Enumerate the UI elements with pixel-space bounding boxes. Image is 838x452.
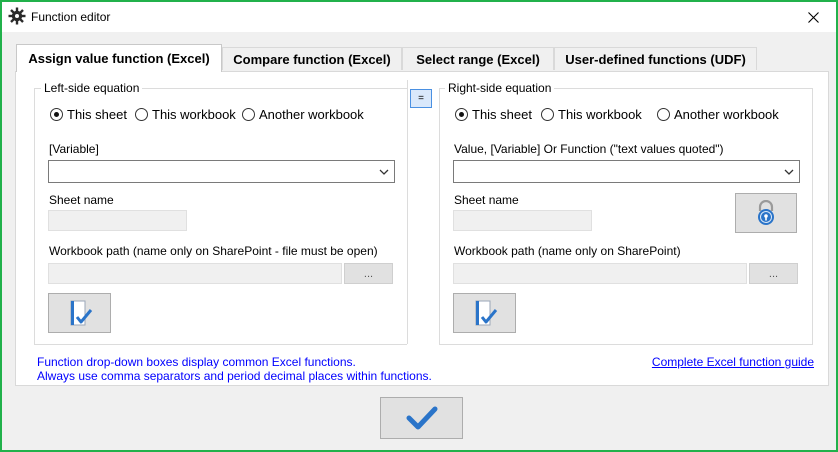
variable-label: [Variable] xyxy=(49,142,99,156)
radio-indicator xyxy=(135,108,148,121)
left-workbook-path-label: Workbook path (name only on SharePoint -… xyxy=(49,244,378,258)
right-value-combo[interactable] xyxy=(453,160,800,183)
right-radio-this-sheet[interactable]: This sheet xyxy=(455,107,532,122)
left-radio-this-workbook[interactable]: This workbook xyxy=(135,107,236,122)
right-workbook-path-input[interactable] xyxy=(453,263,747,284)
right-value-label: Value, [Variable] Or Function ("text val… xyxy=(454,142,724,156)
radio-label: This sheet xyxy=(472,107,532,122)
radio-label: This workbook xyxy=(558,107,642,122)
tab-select-range[interactable]: Select range (Excel) xyxy=(402,47,554,70)
left-browse-button[interactable]: ... xyxy=(344,263,393,284)
gear-icon xyxy=(8,7,26,25)
left-radio-this-sheet[interactable]: This sheet xyxy=(50,107,127,122)
right-workbook-path-label: Workbook path (name only on SharePoint) xyxy=(454,244,681,258)
tab-assign-value-function[interactable]: Assign value function (Excel) xyxy=(16,44,222,72)
assign-value-panel: Left-side equation This sheet This workb… xyxy=(15,71,829,386)
close-icon xyxy=(807,11,819,23)
right-sheet-name-input[interactable] xyxy=(453,210,592,231)
right-validate-button[interactable] xyxy=(453,293,516,333)
radio-indicator xyxy=(657,108,670,121)
radio-indicator xyxy=(242,108,255,121)
tab-compare-function[interactable]: Compare function (Excel) xyxy=(222,47,402,70)
radio-label: This workbook xyxy=(152,107,236,122)
left-workbook-path-input[interactable] xyxy=(48,263,342,284)
function-editor-window: Function editor Assign value function (E… xyxy=(2,2,836,450)
left-sheet-name-label: Sheet name xyxy=(49,193,114,207)
tab-user-defined-functions[interactable]: User-defined functions (UDF) xyxy=(554,47,757,70)
separator-note: Always use comma separators and period d… xyxy=(37,369,432,383)
radio-label: Another workbook xyxy=(259,107,364,122)
function-dropdown-note: Function drop-down boxes display common … xyxy=(37,355,356,369)
radio-indicator xyxy=(455,108,468,121)
left-variable-combo[interactable] xyxy=(48,160,395,183)
excel-function-guide-link[interactable]: Complete Excel function guide xyxy=(652,355,814,369)
left-side-equation-group: Left-side equation This sheet This workb… xyxy=(34,81,407,345)
title-bar: Function editor xyxy=(2,2,836,32)
radio-indicator xyxy=(50,108,63,121)
checkmark-icon xyxy=(406,406,437,430)
radio-label: Another workbook xyxy=(674,107,779,122)
left-sheet-name-input[interactable] xyxy=(48,210,187,231)
left-validate-button[interactable] xyxy=(48,293,111,333)
equation-divider xyxy=(407,80,408,344)
window-title: Function editor xyxy=(31,10,111,24)
right-side-equation-group: Right-side equation This sheet This work… xyxy=(439,81,813,345)
padlock-icon xyxy=(758,200,774,225)
ok-button[interactable] xyxy=(380,397,463,439)
right-radio-this-workbook[interactable]: This workbook xyxy=(541,107,642,122)
equals-button[interactable]: = xyxy=(410,89,432,108)
right-browse-button[interactable]: ... xyxy=(749,263,798,284)
lock-button[interactable] xyxy=(735,193,797,233)
left-radio-another-workbook[interactable]: Another workbook xyxy=(242,107,364,122)
radio-indicator xyxy=(541,108,554,121)
chevron-down-icon xyxy=(784,169,794,175)
document-check-icon xyxy=(70,300,92,326)
radio-label: This sheet xyxy=(67,107,127,122)
close-button[interactable] xyxy=(790,2,836,32)
document-check-icon xyxy=(475,300,497,326)
right-sheet-name-label: Sheet name xyxy=(454,193,519,207)
left-side-equation-title: Left-side equation xyxy=(41,81,143,95)
right-radio-another-workbook[interactable]: Another workbook xyxy=(657,107,779,122)
chevron-down-icon xyxy=(379,169,389,175)
right-side-equation-title: Right-side equation xyxy=(445,81,555,95)
